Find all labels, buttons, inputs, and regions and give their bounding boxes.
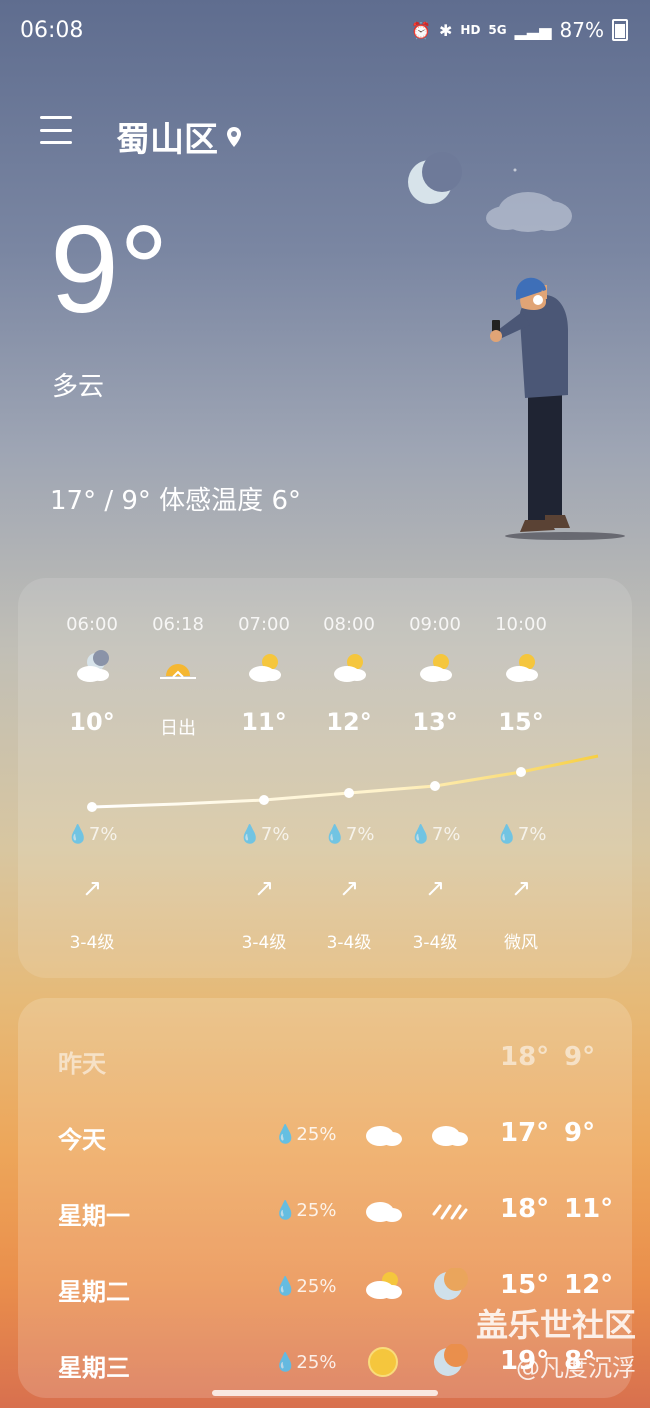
daily-row[interactable]: 星期一 💧25% 18° 11°	[18, 1174, 632, 1250]
hour-rain-chance: 💧7%	[495, 824, 547, 845]
hour-rain-chance: 💧7%	[238, 824, 290, 845]
status-icons: ⏰ ✱ HD 5G ▂▃▅ 87%	[411, 18, 628, 42]
hour-temp: 12°	[326, 708, 372, 736]
hour-wind: 3-4级	[412, 933, 458, 953]
hour-column[interactable]: 09:00 13° 💧7% ↗ 3-4级	[392, 578, 478, 978]
battery-icon	[612, 19, 628, 41]
rain-icon	[432, 1204, 468, 1220]
city-name: 蜀山区	[116, 120, 218, 160]
daily-row-yesterday[interactable]: 昨天 18° 9°	[18, 1022, 632, 1098]
hour-column[interactable]: 07:00 11° 💧7% ↗ 3-4级	[221, 578, 307, 978]
wind-direction-icon: ↗	[338, 874, 360, 902]
wind-direction-icon: ↗	[253, 874, 275, 902]
partly-cloudy-icon	[249, 654, 281, 682]
hour-time: 09:00	[409, 614, 461, 635]
partly-cloudy-icon	[366, 1272, 402, 1299]
hour-wind: 微风	[504, 933, 538, 953]
hour-rain-chance: 💧7%	[409, 824, 461, 845]
signal-icon: ▂▃▅	[514, 20, 552, 40]
network-type-icon: 5G	[488, 23, 507, 37]
hour-time: 07:00	[238, 614, 290, 635]
alarm-icon: ⏰	[411, 20, 431, 40]
battery-percent: 87%	[559, 18, 604, 42]
hour-wind: 3-4级	[241, 933, 287, 953]
sunrise-label: 日出	[160, 718, 196, 739]
menu-button[interactable]	[40, 116, 72, 144]
day-high: 15°	[500, 1270, 550, 1300]
moon-icon	[434, 1344, 468, 1376]
partly-cloudy-icon	[506, 654, 538, 682]
moon-icon	[408, 152, 462, 204]
location-pin-icon	[227, 126, 241, 147]
hour-column[interactable]: 06:00 10° 💧7% ↗ 3-4级	[49, 578, 135, 978]
sunrise-icon	[160, 664, 196, 679]
day-name: 星期三	[58, 1354, 130, 1382]
watermark-author: @凡度沉浮	[516, 1354, 636, 1382]
partly-cloudy-icon	[334, 654, 366, 682]
day-high: 18°	[500, 1042, 550, 1072]
cloud-icon	[366, 1126, 402, 1146]
day-rain-chance: 💧25%	[274, 1124, 337, 1145]
hour-temp: 11°	[241, 708, 287, 736]
day-name: 今天	[58, 1126, 106, 1154]
moon-icon	[434, 1268, 468, 1300]
hour-temp: 13°	[412, 708, 458, 736]
wind-direction-icon: ↗	[510, 874, 532, 902]
day-low: 9°	[564, 1042, 596, 1072]
hour-rain-chance: 💧7%	[323, 824, 375, 845]
bluetooth-icon: ✱	[439, 20, 453, 40]
home-indicator[interactable]	[212, 1390, 438, 1396]
status-time: 06:08	[20, 18, 84, 43]
cloudy-night-icon	[77, 650, 109, 682]
hour-rain-chance: 💧7%	[66, 824, 118, 845]
hour-column-sunrise[interactable]: 06:18 日出	[135, 578, 221, 978]
hour-temp: 15°	[498, 708, 544, 736]
weather-scene-illustration	[408, 152, 625, 540]
wind-direction-icon: ↗	[81, 874, 103, 902]
partly-cloudy-icon	[420, 654, 452, 682]
day-low: 11°	[564, 1194, 614, 1224]
hour-time: 10:00	[495, 614, 547, 635]
hd-icon: HD	[460, 23, 481, 37]
daily-row[interactable]: 今天 💧25% 17° 9°	[18, 1098, 632, 1174]
hour-time: 06:18	[152, 614, 204, 635]
cloud-icon	[366, 1202, 402, 1222]
hour-time: 06:00	[66, 614, 118, 635]
cloud-icon	[486, 192, 572, 232]
hour-column[interactable]: 08:00 12° 💧7% ↗ 3-4级	[306, 578, 392, 978]
day-rain-chance: 💧25%	[274, 1352, 337, 1373]
day-name: 星期二	[58, 1278, 130, 1306]
watermark-title: 盖乐世社区	[475, 1306, 636, 1344]
person-figure	[490, 277, 625, 540]
current-condition: 多云	[52, 372, 105, 402]
day-high: 18°	[500, 1194, 550, 1224]
day-high: 17°	[500, 1118, 550, 1148]
day-rain-chance: 💧25%	[274, 1200, 337, 1221]
wind-direction-icon: ↗	[424, 874, 446, 902]
day-low: 9°	[564, 1118, 596, 1148]
current-temperature: 9°	[50, 201, 169, 339]
hour-column[interactable]: 10:00 15° 💧7% ↗ 微风	[478, 578, 564, 978]
sun-icon	[368, 1347, 398, 1377]
location-title[interactable]: 蜀山区	[116, 112, 242, 161]
hour-time: 08:00	[323, 614, 375, 635]
day-low: 12°	[564, 1270, 614, 1300]
hourly-forecast-card[interactable]: 06:00 10° 💧7% ↗ 3-4级 06:18 日出 07:00 11° …	[18, 578, 632, 978]
day-name: 星期一	[58, 1202, 130, 1230]
cloud-icon	[432, 1126, 468, 1146]
temperature-range-feels-like: 17° / 9° 体感温度 6°	[50, 486, 301, 516]
hour-temp: 10°	[69, 708, 115, 736]
hour-wind: 3-4级	[326, 933, 372, 953]
hour-wind: 3-4级	[69, 933, 115, 953]
day-rain-chance: 💧25%	[274, 1276, 337, 1297]
day-name: 昨天	[58, 1050, 106, 1078]
